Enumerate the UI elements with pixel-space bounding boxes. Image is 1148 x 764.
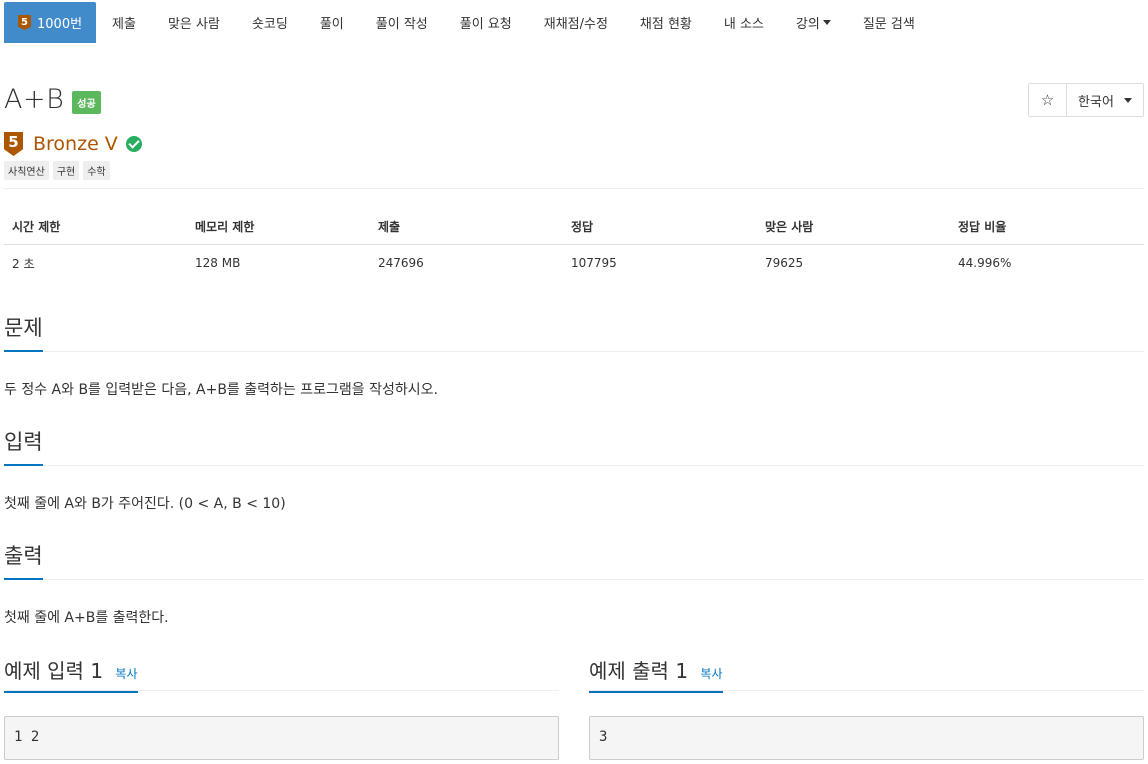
tab-problem-label: 1000번 <box>37 17 83 32</box>
tab-write-solution[interactable]: 풀이 작성 <box>360 2 444 43</box>
output-section-title: 출력 <box>4 540 43 580</box>
table-header-row: 시간 제한 메모리 제한 제출 정답 맞은 사람 정답 비율 <box>4 209 1144 245</box>
caret-down-icon <box>1123 97 1132 103</box>
copy-input-link[interactable]: 복사 <box>115 667 137 681</box>
problem-actions: ☆ 한국어 <box>1028 83 1144 117</box>
value-time-limit: 2 초 <box>12 256 35 271</box>
bronze-tier-icon: 5 <box>4 132 23 156</box>
tag-implementation[interactable]: 구현 <box>52 161 80 180</box>
star-button[interactable]: ☆ <box>1029 84 1067 116</box>
sample-input-panel: 예제 입력 1 복사 1 2 <box>4 655 559 760</box>
sample-input-value: 1 2 <box>4 716 559 760</box>
algorithm-tags: 사칙연산 구현 수학 <box>4 161 110 180</box>
result-badge: 성공 <box>72 91 101 114</box>
tab-submit[interactable]: 제출 <box>96 2 152 43</box>
table-row: 2 초 128 MB 247696 107795 79625 44.996% <box>4 245 1144 281</box>
value-accept-ratio: 44.996% <box>958 256 1012 270</box>
tier-name[interactable]: Bronze V <box>33 133 118 155</box>
sample-input-title-text: 예제 입력 1 <box>4 659 104 683</box>
input-section-title: 입력 <box>4 426 43 466</box>
problem-title-row: A+B 성공 <box>4 84 101 115</box>
tag-math[interactable]: 수학 <box>83 161 110 180</box>
input-section-header: 입력 <box>4 426 1144 466</box>
caret-down-icon <box>822 20 831 25</box>
output-description: 첫째 줄에 A+B를 출력한다. <box>4 610 169 626</box>
sample-output-panel: 예제 출력 1 복사 3 <box>589 655 1144 760</box>
problem-section-title: 문제 <box>4 312 43 352</box>
header-accept-ratio: 정답 비율 <box>958 220 1007 234</box>
header-submissions: 제출 <box>378 220 401 234</box>
check-circle-icon <box>125 136 142 152</box>
tier-badge-icon: 5 <box>18 15 31 30</box>
tab-status[interactable]: 채점 현황 <box>624 2 708 43</box>
input-description: 첫째 줄에 A와 B가 주어진다. (0 < A, B < 10) <box>4 496 286 512</box>
header-accepted: 정답 <box>571 220 594 234</box>
star-icon: ☆ <box>1040 91 1055 109</box>
tab-rejudge[interactable]: 재채점/수정 <box>528 2 624 43</box>
problem-title: A+B <box>4 84 65 115</box>
problem-nav: 5 1000번 제출 맞은 사람 숏코딩 풀이 풀이 작성 풀이 요청 재채점/… <box>4 2 931 43</box>
tab-request-solution[interactable]: 풀이 요청 <box>444 2 528 43</box>
tab-my-source[interactable]: 내 소스 <box>708 2 780 43</box>
tab-lectures[interactable]: 강의 <box>780 2 847 43</box>
sample-input-title: 예제 입력 1 복사 <box>4 655 138 693</box>
sample-output-value: 3 <box>589 716 1144 760</box>
tab-short-coding[interactable]: 숏코딩 <box>236 2 304 43</box>
header-memory-limit: 메모리 제한 <box>195 220 255 234</box>
tab-problem[interactable]: 5 1000번 <box>4 2 97 43</box>
sample-output-title-text: 예제 출력 1 <box>589 659 689 683</box>
header-solved-users: 맞은 사람 <box>765 220 814 234</box>
copy-output-link[interactable]: 복사 <box>700 667 722 681</box>
value-memory-limit: 128 MB <box>195 256 241 270</box>
output-section-header: 출력 <box>4 540 1144 580</box>
problem-info-table: 시간 제한 메모리 제한 제출 정답 맞은 사람 정답 비율 2 초 128 M… <box>4 209 1144 281</box>
value-submissions: 247696 <box>378 256 424 270</box>
language-dropdown[interactable]: 한국어 <box>1067 84 1143 116</box>
tag-arithmetic[interactable]: 사칙연산 <box>4 161 49 180</box>
value-accepted: 107795 <box>571 256 617 270</box>
problem-section-header: 문제 <box>4 312 1144 352</box>
sample-output-title: 예제 출력 1 복사 <box>589 655 723 693</box>
sample-input-header: 예제 입력 1 복사 <box>4 655 559 693</box>
sample-output-header: 예제 출력 1 복사 <box>589 655 1144 693</box>
tab-solutions[interactable]: 풀이 <box>304 2 360 43</box>
tab-lectures-label: 강의 <box>795 17 820 32</box>
divider <box>4 188 1144 189</box>
tab-question-search[interactable]: 질문 검색 <box>847 2 931 43</box>
tab-solved-users[interactable]: 맞은 사람 <box>152 2 236 43</box>
header-time-limit: 시간 제한 <box>12 220 61 234</box>
problem-description: 두 정수 A와 B를 입력받은 다음, A+B를 출력하는 프로그램을 작성하시… <box>4 382 438 398</box>
tier-row: 5 Bronze V <box>4 132 142 156</box>
value-solved-users: 79625 <box>765 256 804 270</box>
language-label: 한국어 <box>1078 94 1114 110</box>
